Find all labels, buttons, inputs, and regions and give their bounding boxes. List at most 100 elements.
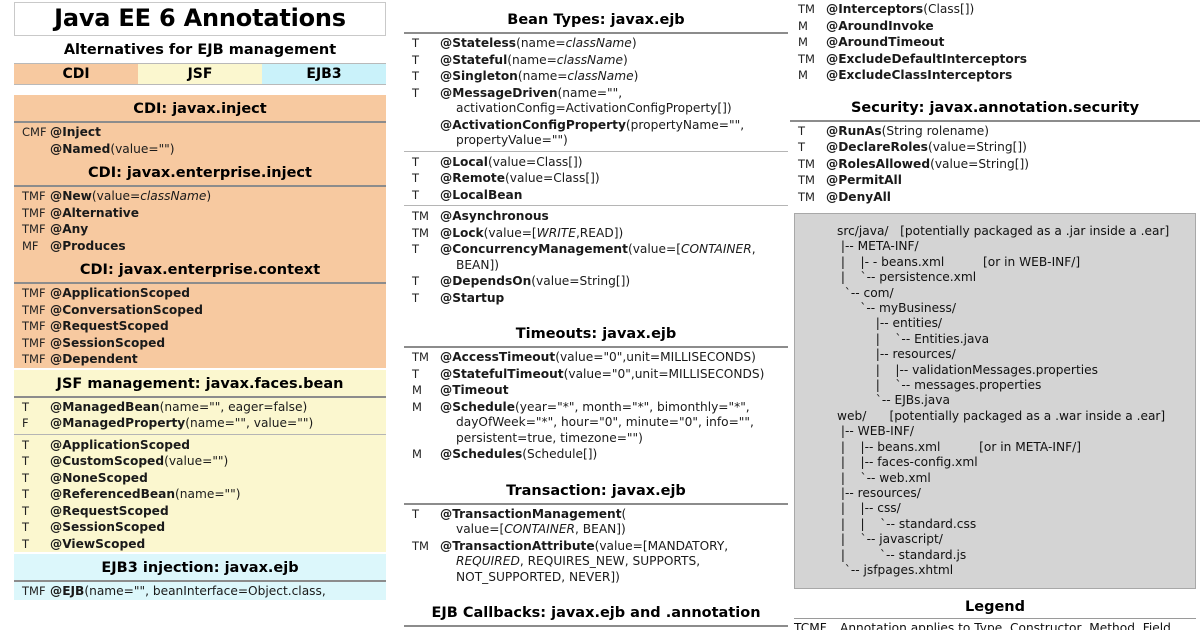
section: CDI: javax.enterprise.inject TMF @New(valu… [14, 159, 386, 254]
annotation-row: T @Stateless(name=className) [404, 35, 788, 52]
annotation-scope: TM [412, 538, 429, 553]
section-heading: EJB Callbacks: javax.ejb and .annotation [404, 599, 788, 627]
annotation-row: T @TransactionManagement(value=[CONTAINER… [404, 506, 788, 538]
section-heading: Timeouts: javax.ejb [404, 320, 788, 348]
annotation-scope: TMF [22, 189, 46, 204]
key-bar-cell-ejb3: EJB3 [262, 64, 386, 85]
annotation-row: T @RequestScoped [14, 503, 386, 520]
annotation-signature: @ConcurrencyManagement(value=[CONTAINER,… [440, 242, 756, 272]
middle-column: Bean Types: javax.ejb T @Stateless(name=cl… [404, 0, 788, 630]
annotation-row: T @DependsOn(value=String[]) [404, 273, 788, 290]
annotation-signature: @AccessTimeout(value="0",unit=MILLISECON… [440, 350, 756, 364]
annotation-row: M @AroundTimeout [790, 34, 1200, 51]
annotation-scope: TM [412, 350, 429, 364]
annotation-row: M @ExcludeClassInterceptors [790, 67, 1200, 84]
annotation-signature: @ViewScoped [50, 536, 146, 551]
annotation-row: TMF @EJB(name="", beanInterface=Object.cl… [14, 583, 386, 600]
section-rows: CMF @Inject @Named(value="") [14, 123, 386, 157]
annotation-scope: TM [412, 209, 429, 223]
cheatsheet-page: Java EE 6 Annotations Alternatives for E… [0, 0, 1200, 630]
annotation-signature: @Timeout [440, 383, 509, 397]
annotation-signature: @CustomScoped(value="") [50, 454, 229, 469]
annotation-scope: TM [412, 225, 429, 240]
annotation-row: MF @Produces [14, 238, 386, 255]
annotation-row: T @ReferencedBean(name="") [14, 486, 386, 503]
annotation-row: T @NoneScoped [14, 470, 386, 487]
annotation-signature: @Any [50, 222, 89, 237]
annotation-scope: TM [798, 189, 815, 204]
annotation-row: T @DeclareRoles(value=String[]) [790, 139, 1200, 156]
section-rows: T @ManagedBean(name="", eager=false) F @Man… [14, 398, 386, 553]
annotation-signature: @Asynchronous [440, 209, 549, 223]
annotation-row: M @Schedules(Schedule[]) [404, 446, 788, 463]
annotation-scope: T [412, 366, 420, 381]
annotation-row: @ActivationConfigProperty(propertyName="… [404, 117, 788, 149]
annotation-signature: @MessageDriven(name="", activationConfig=… [440, 85, 732, 116]
section-heading: CDI: javax.enterprise.inject [14, 159, 386, 188]
annotation-scope: T [22, 487, 30, 502]
annotation-row: TMF @Dependent [14, 351, 386, 368]
annotation-signature: @EJB(name="", beanInterface=Object.class… [50, 584, 326, 599]
annotation-signature: @ApplicationScoped [50, 437, 191, 452]
annotation-row: TMF @RequestScoped [14, 318, 386, 335]
file-tree: src/java/ [potentially packaged as a .ja… [837, 224, 1170, 577]
annotation-row: TMF @ApplicationScoped [14, 285, 386, 302]
annotation-scope: M [412, 383, 422, 397]
annotation-signature: @RequestScoped [50, 503, 169, 518]
annotation-scope: TMF [22, 205, 46, 220]
section-rows: TMF @EJB(name="", beanInterface=Object.cl… [14, 582, 386, 600]
annotation-signature: @ExcludeDefaultInterceptors [826, 51, 1028, 66]
annotation-signature: @TransactionManagement(value=[CONTAINER,… [440, 506, 627, 537]
annotation-scope: M [798, 18, 808, 33]
section-heading: CDI: javax.enterprise.context [14, 256, 386, 285]
legend-title: Legend [794, 599, 1196, 620]
annotation-scope: T [22, 520, 30, 535]
project-structure-box: src/java/ [potentially packaged as a .ja… [794, 213, 1196, 590]
annotation-signature: @Singleton(name=className) [440, 69, 639, 83]
annotation-signature: @ApplicationScoped [50, 286, 191, 301]
annotation-row: T @ViewScoped [14, 536, 386, 553]
legend-block: Legend TCMF Annotation applies to Type, C… [794, 599, 1196, 630]
annotation-row: TM @Interceptors(Class[]) [790, 1, 1200, 18]
annotation-scope: M [412, 399, 422, 414]
section-heading: Bean Types: javax.ejb [404, 6, 788, 34]
annotation-scope: TM [798, 156, 815, 171]
page-subtitle: Alternatives for EJB management [63, 42, 337, 59]
legend-key-bar: CDI JSF EJB3 [14, 63, 386, 86]
annotation-scope: CMF [22, 125, 47, 140]
annotation-signature: @Dependent [50, 352, 138, 367]
annotation-scope: T [22, 503, 30, 518]
annotation-row: T @Singleton(name=className) [404, 68, 788, 85]
annotation-row: TM @RolesAllowed(value=String[]) [790, 156, 1200, 173]
annotation-scope: T [22, 399, 30, 414]
annotation-scope: M [798, 35, 808, 49]
annotation-row: T @Stateful(name=className) [404, 52, 788, 69]
annotation-signature: @Schedule(year="*", month="*", bimonthly… [440, 399, 754, 445]
annotation-row: TM @PermitAll [790, 172, 1200, 189]
section: CDI: javax.enterprise.context TMF @Applica… [14, 256, 386, 368]
annotation-signature: @Named(value="") [50, 141, 175, 156]
annotation-scope: TMF [22, 584, 46, 599]
section: Bean Types: javax.ejb T @Stateless(name=cl… [404, 6, 788, 306]
left-column: Java EE 6 Annotations Alternatives for E… [0, 0, 400, 602]
annotation-row: TM @TransactionAttribute(value=[MANDATORY… [404, 538, 788, 586]
annotation-signature: @DeclareRoles(value=String[]) [826, 140, 1027, 154]
annotation-row: T @ApplicationScoped [14, 437, 386, 454]
annotation-signature: @ReferencedBean(name="") [50, 487, 241, 502]
annotation-scope: TMF [22, 302, 46, 317]
interceptors-section: TM @Interceptors(Class[]) M @AroundInvoke M @… [790, 0, 1200, 84]
annotation-row: F @ManagedProperty(name="", value="") [14, 415, 386, 432]
annotation-row: T @SessionScoped [14, 519, 386, 536]
annotation-signature: @Schedules(Schedule[]) [440, 447, 598, 461]
annotation-scope: T [412, 171, 420, 185]
annotation-row: T @StatefulTimeout(value="0",unit=MILLISE… [404, 366, 788, 383]
section-rows: T @Stateless(name=className) T @Stateful(na… [404, 34, 788, 306]
annotation-scope: T [22, 454, 30, 469]
annotation-scope: TMF [22, 352, 46, 367]
annotation-signature: @ConversationScoped [50, 302, 204, 317]
security-section: Security: javax.annotation.security T @Ru… [790, 94, 1200, 206]
section-heading: CDI: javax.inject [14, 95, 386, 124]
annotation-signature: @RequestScoped [50, 319, 169, 334]
annotation-signature: @Inject [50, 125, 101, 140]
annotation-row: T @Startup [404, 290, 788, 307]
